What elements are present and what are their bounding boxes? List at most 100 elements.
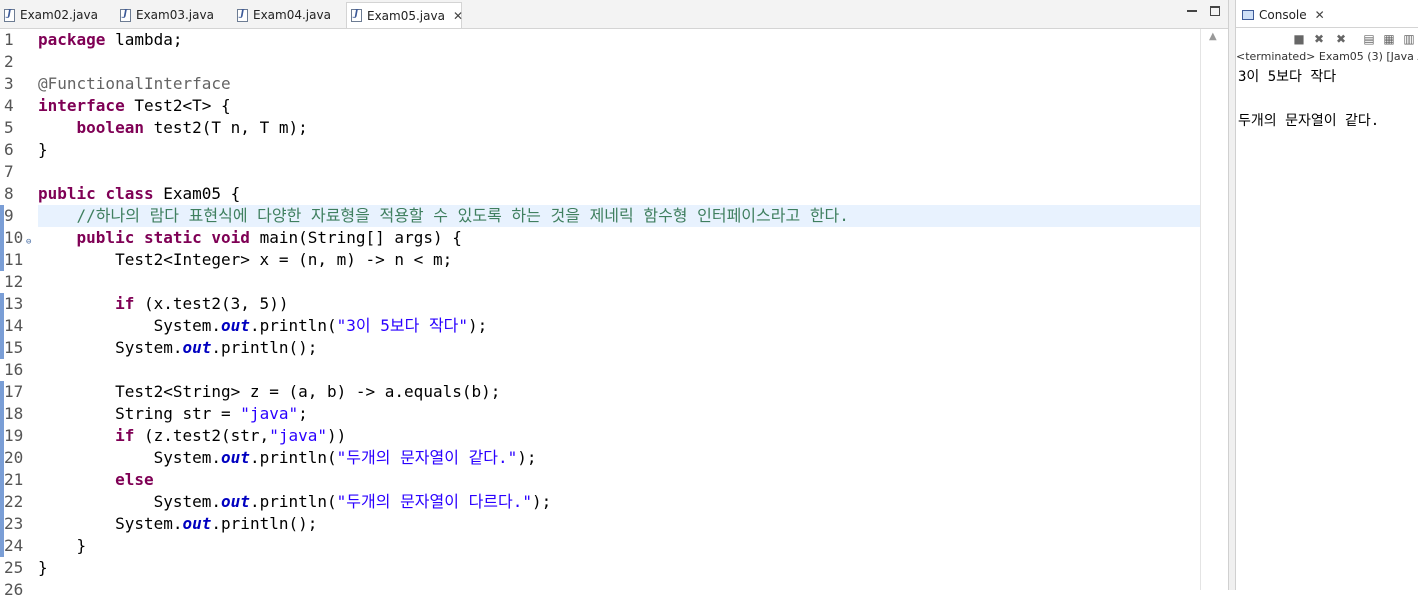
console-icon	[1242, 9, 1254, 20]
line-number: 4	[4, 96, 14, 115]
line-number: 14	[4, 316, 24, 335]
code-line[interactable]: 12	[0, 271, 1200, 293]
line-number: 25	[4, 558, 24, 577]
console-view: Console ✕ ■ ✖ ✖ ▤ ▦ ▥ <terminated> Exam0…	[1236, 0, 1418, 590]
console-title: Console	[1259, 7, 1307, 22]
code-line[interactable]: 24 }	[0, 535, 1200, 557]
line-number: 9	[4, 206, 14, 225]
code-line[interactable]: 2	[0, 51, 1200, 73]
code-line[interactable]: 4 interface Test2<T> {	[0, 95, 1200, 117]
line-number: 20	[4, 448, 24, 467]
close-icon[interactable]: ✕	[453, 9, 463, 23]
tab-exam02[interactable]: Exam02.java	[0, 3, 108, 27]
line-number: 7	[4, 162, 14, 181]
code-line[interactable]: 19 if (z.test2(str,"java"))	[0, 425, 1200, 447]
code-line[interactable]: 23 System.out.println();	[0, 513, 1200, 535]
code-line[interactable]: 8 public class Exam05 {	[0, 183, 1200, 205]
java-editor: Exam02.java Exam03.java Exam04.java Exam…	[0, 0, 1229, 599]
tab-exam03[interactable]: Exam03.java	[116, 3, 224, 27]
code-line[interactable]: 26	[0, 579, 1200, 601]
code-text: public static void main(String[] args) {	[76, 228, 462, 247]
tab-label: Exam05.java	[367, 8, 445, 23]
code-line[interactable]: 3 @FunctionalInterface	[0, 73, 1200, 95]
code-line[interactable]: 16	[0, 359, 1200, 381]
code-line[interactable]: 6}	[0, 139, 1200, 161]
console-toolbar: ■ ✖ ✖ ▤ ▦ ▥	[1236, 29, 1418, 49]
line-number: 6	[4, 140, 14, 159]
tab-label: Exam03.java	[136, 8, 214, 22]
code-line[interactable]: 7	[0, 161, 1200, 183]
line-number: 17	[4, 382, 24, 401]
code-text: Test2<Integer> x = (n, m) -> n < m;	[38, 250, 453, 269]
code-text: System.out.println("3이 5보다 작다");	[38, 316, 488, 335]
code-line[interactable]: 14 System.out.println("3이 5보다 작다");	[0, 315, 1200, 337]
line-number: 5	[4, 118, 14, 137]
scroll-up-icon[interactable]: ▲	[1209, 31, 1217, 42]
java-file-icon	[120, 8, 131, 22]
code-text: System.out.println("두개의 문자열이 다르다.");	[38, 492, 552, 511]
line-number: 10	[4, 228, 24, 247]
console-output[interactable]: 3이 5보다 작다 두개의 문자열이 같다.	[1238, 66, 1379, 132]
code-line[interactable]: 21 else	[0, 469, 1200, 491]
code-line[interactable]: 17 Test2<String> z = (a, b) -> a.equals(…	[0, 381, 1200, 403]
editor-tab-bar: Exam02.java Exam03.java Exam04.java Exam…	[0, 0, 1228, 29]
remove-launch-icon[interactable]: ✖	[1312, 32, 1326, 46]
console-output-line: 두개의 문자열이 같다.	[1238, 113, 1380, 129]
code-text: }	[38, 558, 48, 577]
scroll-lock-icon[interactable]: ▤	[1362, 32, 1376, 46]
line-number: 26	[4, 580, 24, 599]
java-file-icon	[351, 9, 362, 22]
code-line[interactable]: 10 ⊖ public static void main(String[] arg…	[0, 227, 1200, 249]
code-area[interactable]: 1 package lambda; 2 3 @FunctionalInterface 4 i…	[0, 29, 1200, 599]
code-text: System.out.println();	[38, 514, 318, 533]
code-text: System.out.println();	[38, 338, 318, 357]
code-text: public class Exam05 {	[38, 184, 241, 203]
code-text: boolean test2(T n, T m);	[76, 118, 308, 137]
code-text: String str = "java";	[38, 404, 308, 423]
line-number: 24	[4, 536, 24, 555]
line-number: 3	[4, 74, 14, 93]
tab-label: Exam02.java	[20, 8, 98, 22]
line-number: 2	[4, 52, 14, 71]
code-text: if (x.test2(3, 5))	[115, 294, 289, 313]
remove-all-icon[interactable]: ✖	[1334, 32, 1348, 46]
code-text: else	[115, 470, 154, 489]
line-number: 19	[4, 426, 24, 445]
code-line[interactable]: 25}	[0, 557, 1200, 579]
line-number: 22	[4, 492, 24, 511]
code-text: if (z.test2(str,"java"))	[115, 426, 347, 445]
code-text: }	[38, 140, 48, 159]
tab-console[interactable]: Console ✕	[1236, 2, 1418, 28]
code-line[interactable]: 18 String str = "java";	[0, 403, 1200, 425]
display-selected-icon[interactable]: ▥	[1402, 32, 1416, 46]
tab-exam04[interactable]: Exam04.java	[233, 3, 341, 27]
java-file-icon	[237, 8, 248, 22]
tab-exam05[interactable]: Exam05.java ✕	[346, 2, 463, 28]
code-line[interactable]: 22 System.out.println("두개의 문자열이 다르다.");	[0, 491, 1200, 513]
code-text: }	[38, 536, 87, 555]
code-line[interactable]: 20 System.out.println("두개의 문자열이 같다.");	[0, 447, 1200, 469]
console-status: <terminated> Exam05 (3) [Java A	[1236, 50, 1418, 63]
code-line[interactable]: 11 Test2<Integer> x = (n, m) -> n < m;	[0, 249, 1200, 271]
code-text: package lambda;	[38, 30, 183, 49]
code-line[interactable]: 13 if (x.test2(3, 5))	[0, 293, 1200, 315]
vertical-scrollbar[interactable]: ▲	[1200, 29, 1229, 590]
code-line[interactable]: 5 boolean test2(T n, T m);	[0, 117, 1200, 139]
code-line[interactable]: 9 //하나의 람다 표현식에 다양한 자료형을 적용할 수 있도록 하는 것을…	[0, 205, 1200, 227]
line-number: 23	[4, 514, 24, 533]
line-number: 18	[4, 404, 24, 423]
line-number: 11	[4, 250, 24, 269]
line-number: 21	[4, 470, 24, 489]
maximize-icon[interactable]	[1210, 6, 1220, 16]
pane-divider[interactable]	[1228, 0, 1236, 590]
line-number: 15	[4, 338, 24, 357]
terminate-icon[interactable]: ■	[1292, 32, 1306, 46]
code-line[interactable]: 15 System.out.println();	[0, 337, 1200, 359]
code-line[interactable]: 1 package lambda;	[0, 29, 1200, 51]
tab-label: Exam04.java	[253, 8, 331, 22]
pin-icon[interactable]: ▦	[1382, 32, 1396, 46]
minimize-icon[interactable]	[1187, 6, 1197, 12]
line-number: 13	[4, 294, 24, 313]
close-icon[interactable]: ✕	[1315, 8, 1325, 22]
